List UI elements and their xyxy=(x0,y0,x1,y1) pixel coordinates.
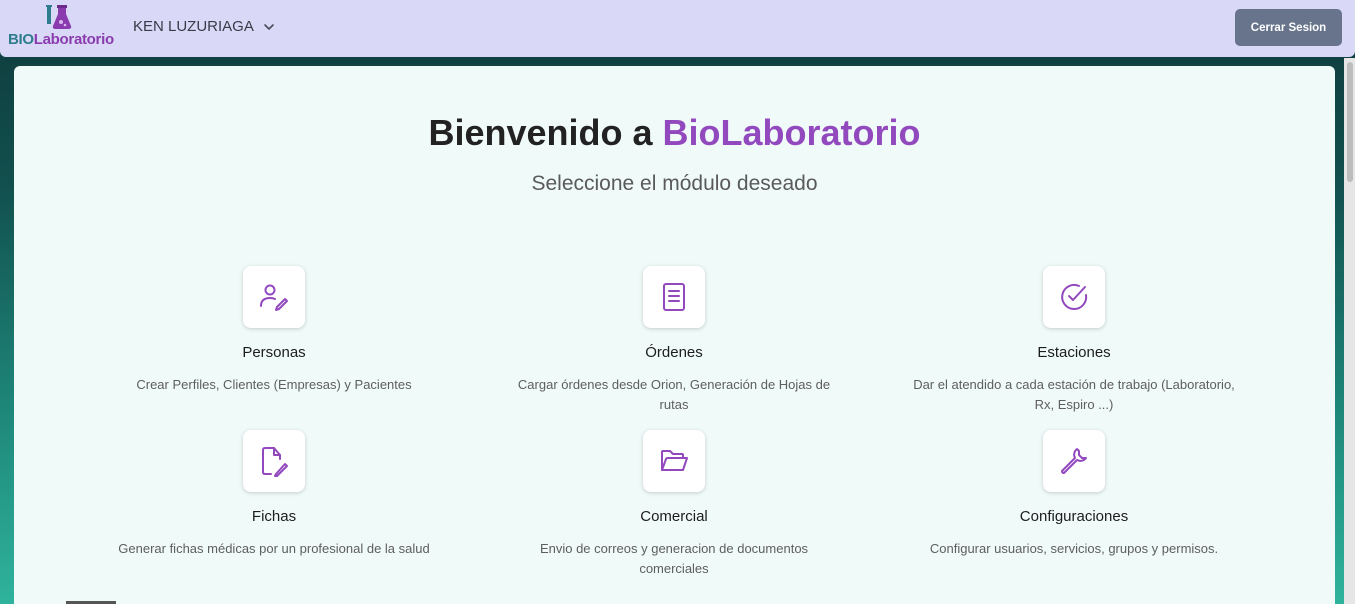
module-icon-box[interactable] xyxy=(643,430,705,492)
user-edit-icon xyxy=(260,284,288,311)
module-title: Órdenes xyxy=(645,344,703,361)
module-title: Configuraciones xyxy=(1019,508,1129,525)
module-title: Fichas xyxy=(251,508,297,525)
module-icon-box[interactable] xyxy=(1043,266,1105,328)
folder-open-icon xyxy=(661,450,688,471)
logout-button[interactable]: Cerrar Sesion xyxy=(1235,9,1342,46)
chevron-down-icon xyxy=(264,23,274,30)
module-description: Configurar usuarios, servicios, grupos y… xyxy=(929,541,1219,556)
module-ordenes[interactable]: Órdenes Cargar órdenes desde Orion, Gene… xyxy=(504,266,844,415)
brand-bio: BIO xyxy=(8,31,34,48)
module-icon-box[interactable] xyxy=(643,266,705,328)
module-description: Generar fichas médicas por un profesiona… xyxy=(118,541,430,556)
flask-logo-icon xyxy=(46,5,72,29)
page-subtitle: Seleccione el módulo deseado xyxy=(531,172,818,195)
module-configuraciones[interactable]: Configuraciones Configurar usuarios, ser… xyxy=(904,430,1244,559)
module-title: Comercial xyxy=(640,508,708,525)
user-name: KEN LUZURIAGA xyxy=(133,18,254,35)
module-icon-box[interactable] xyxy=(1043,430,1105,492)
page-title: Bienvenido a BioLaboratorio xyxy=(14,112,1335,154)
check-circle-icon xyxy=(1061,283,1088,310)
brand-lab: Laboratorio xyxy=(33,31,114,48)
module-estaciones[interactable]: Estaciones Dar el atendido a cada estaci… xyxy=(904,266,1244,415)
module-comercial[interactable]: Comercial Envio de correos y generacion … xyxy=(504,430,844,579)
brand-logo[interactable]: BIOLaboratorio xyxy=(6,4,114,48)
module-personas[interactable]: Personas Crear Perfiles, Clientes (Empre… xyxy=(104,266,444,395)
scrollbar-thumb[interactable] xyxy=(1347,62,1353,182)
brand-logo-text: BIOLaboratorio xyxy=(8,31,114,48)
document-icon xyxy=(663,283,685,311)
main-card: Bienvenido a BioLaboratorio Seleccione e… xyxy=(14,66,1335,604)
top-navbar: BIOLaboratorio KEN LUZURIAGA Cerrar Sesi… xyxy=(0,0,1355,57)
module-icon-box[interactable] xyxy=(243,266,305,328)
module-icon-box[interactable] xyxy=(243,430,305,492)
module-description: Crear Perfiles, Clientes (Empresas) y Pa… xyxy=(136,377,412,392)
file-edit-icon xyxy=(262,447,288,477)
module-title: Personas xyxy=(242,344,306,361)
module-description: Dar el atendido a cada estación de traba… xyxy=(913,377,1235,412)
module-description: Envio de correos y generacion de documen… xyxy=(539,541,809,576)
page-title-prefix: Bienvenido a xyxy=(428,112,653,153)
user-menu-dropdown[interactable]: KEN LUZURIAGA xyxy=(133,18,276,35)
wrench-icon xyxy=(1061,448,1087,474)
module-fichas[interactable]: Fichas Generar fichas médicas por un pro… xyxy=(104,430,444,559)
module-description: Cargar órdenes desde Orion, Generación d… xyxy=(517,377,831,412)
page-title-brand: BioLaboratorio xyxy=(662,112,921,153)
module-title: Estaciones xyxy=(1037,344,1111,361)
